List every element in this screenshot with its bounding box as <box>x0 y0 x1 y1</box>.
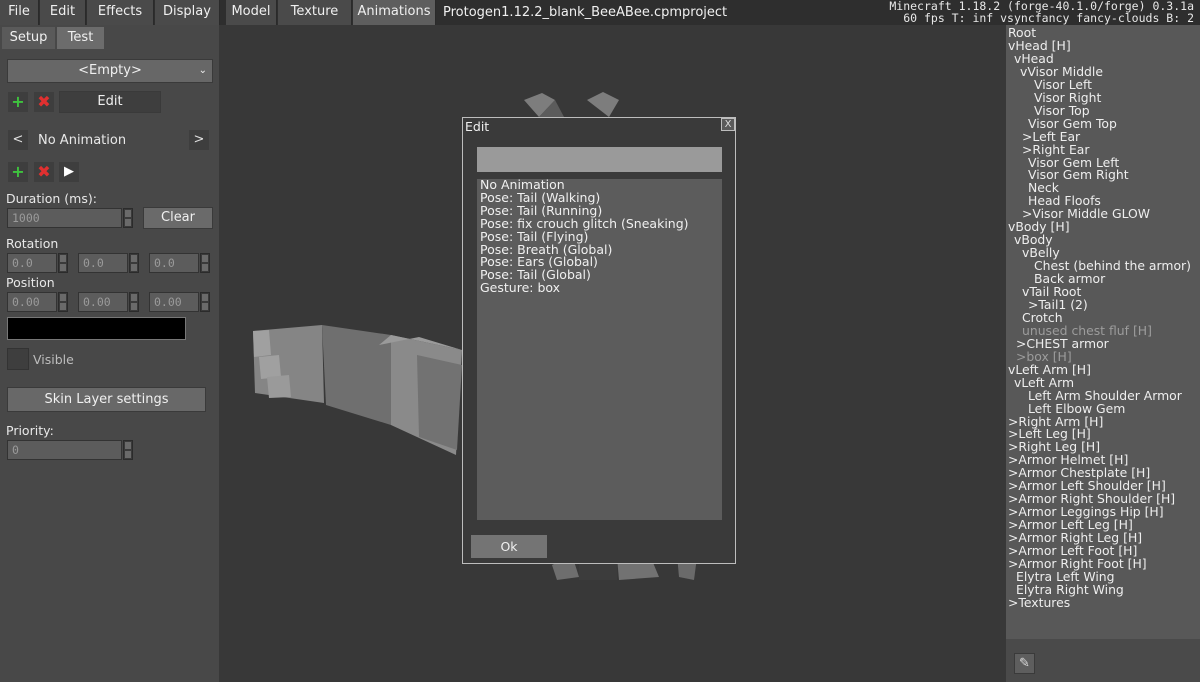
model-tree: Root vHead [H] vHead vVisor Middle Visor Lef… <box>1006 25 1200 639</box>
chevron-down-icon: ⌄ <box>198 65 207 76</box>
priority-spinner[interactable] <box>123 440 133 460</box>
mc-debug-info: Minecraft 1.18.2 (forge-40.1.0/forge) 0.… <box>889 0 1194 24</box>
dialog-title: Edit <box>465 119 490 134</box>
tree-footer: ✎ <box>1006 639 1200 682</box>
edit-button[interactable]: Edit <box>59 91 161 113</box>
left-panel: Setup Test <Empty> ⌄ + ✖ Edit < No Anima… <box>0 25 219 682</box>
play-icon[interactable]: ▶ <box>59 162 79 182</box>
animation-dropdown-value: <Empty> <box>78 63 142 78</box>
position-label: Position <box>6 275 55 290</box>
chevron-right-icon[interactable]: > <box>1008 595 1018 610</box>
animation-list-item[interactable]: Gesture: box <box>480 281 719 295</box>
fps-line: 60 fps T: inf vsyncfancy fancy-clouds B:… <box>903 11 1194 25</box>
priority-input[interactable]: 0 <box>7 440 122 460</box>
add-icon[interactable]: + <box>8 92 28 112</box>
menu-file[interactable]: File <box>0 0 39 25</box>
menu-effects[interactable]: Effects <box>87 0 154 25</box>
delete-icon[interactable]: ✖ <box>34 92 54 112</box>
ok-button[interactable]: Ok <box>470 534 548 559</box>
position-z-input[interactable]: 0.00 <box>149 292 199 312</box>
position-y-spinner[interactable] <box>129 292 139 312</box>
animation-dropdown[interactable]: <Empty> ⌄ <box>7 59 213 83</box>
rotation-label: Rotation <box>6 236 59 251</box>
skin-layer-settings-button[interactable]: Skin Layer settings <box>7 387 206 412</box>
rotation-z-spinner[interactable] <box>200 253 210 273</box>
tree-item[interactable]: >Textures <box>1008 596 1070 609</box>
rotation-x-input[interactable]: 0.0 <box>7 253 57 273</box>
rotation-y-spinner[interactable] <box>129 253 139 273</box>
add-frame-icon[interactable]: + <box>8 162 28 182</box>
eyedropper-icon[interactable]: ✎ <box>1014 653 1035 674</box>
visible-checkbox[interactable] <box>7 348 29 370</box>
position-y-input[interactable]: 0.00 <box>78 292 128 312</box>
rotation-z-input[interactable]: 0.0 <box>149 253 199 273</box>
position-x-input[interactable]: 0.00 <box>7 292 57 312</box>
position-x-spinner[interactable] <box>58 292 68 312</box>
tab-texture[interactable]: Texture <box>278 0 352 25</box>
animation-name: No Animation <box>38 133 127 148</box>
animation-name-input[interactable] <box>477 147 722 172</box>
visible-label: Visible <box>33 352 74 367</box>
menu-bar: File Edit Effects Display Model Texture … <box>0 0 1200 25</box>
subtab-test[interactable]: Test <box>57 27 104 49</box>
subtab-setup[interactable]: Setup <box>2 27 55 49</box>
prev-anim-icon[interactable]: < <box>8 130 28 150</box>
edit-dialog: Edit X No Animation Pose: Tail (Walking) P… <box>462 117 736 564</box>
priority-label: Priority: <box>6 423 54 438</box>
duration-label: Duration (ms): <box>6 191 97 206</box>
project-title: Protogen1.12.2_blank_BeeABee.cpmproject <box>443 5 728 20</box>
color-swatch[interactable] <box>7 317 186 340</box>
animation-list[interactable]: No Animation Pose: Tail (Walking) Pose: Ta… <box>477 178 722 520</box>
tree-item-label: Textures <box>1018 594 1071 610</box>
tab-model[interactable]: Model <box>226 0 277 25</box>
tab-animations[interactable]: Animations <box>353 0 436 25</box>
menu-display[interactable]: Display <box>155 0 220 25</box>
duration-input[interactable]: 1000 <box>7 208 122 228</box>
close-icon[interactable]: X <box>721 118 735 131</box>
duration-spinner[interactable] <box>123 208 133 228</box>
next-anim-icon[interactable]: > <box>189 130 209 150</box>
rotation-x-spinner[interactable] <box>58 253 68 273</box>
delete-frame-icon[interactable]: ✖ <box>34 162 54 182</box>
clear-button[interactable]: Clear <box>143 207 213 229</box>
rotation-y-input[interactable]: 0.0 <box>78 253 128 273</box>
position-z-spinner[interactable] <box>200 292 210 312</box>
menu-edit[interactable]: Edit <box>40 0 86 25</box>
